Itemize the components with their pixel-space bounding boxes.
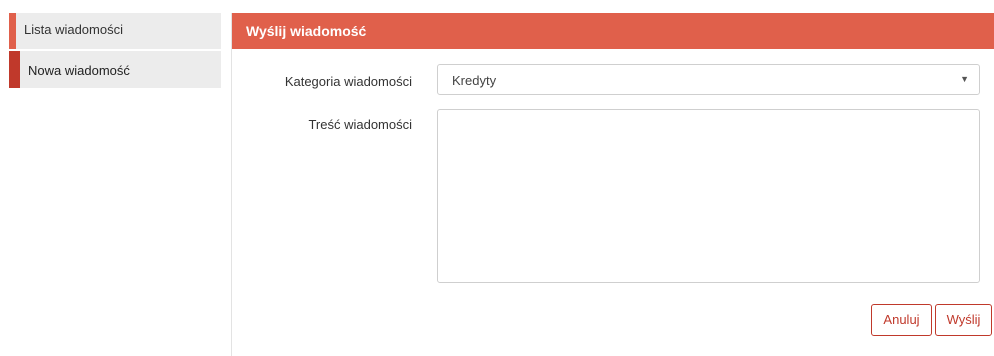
sidebar-item-marker: [9, 13, 16, 49]
send-button[interactable]: Wyślij: [935, 304, 992, 336]
panel-title: Wyślij wiadomość: [232, 13, 994, 49]
cancel-button[interactable]: Anuluj: [871, 304, 932, 336]
sidebar-item-label: Lista wiadomości: [24, 22, 123, 37]
send-message-panel: Wyślij wiadomość Kategoria wiadomości Kr…: [231, 13, 994, 356]
sidebar: Lista wiadomości Nowa wiadomość: [9, 13, 221, 90]
sidebar-item-active-marker: [9, 51, 20, 88]
content-label: Treść wiadomości: [308, 117, 412, 132]
chevron-down-icon: ▼: [960, 74, 969, 84]
sidebar-item-message-list[interactable]: Lista wiadomości: [9, 13, 221, 49]
category-selected-value: Kredyty: [452, 73, 497, 88]
category-select[interactable]: Kredyty ▼: [437, 64, 980, 95]
sidebar-item-label: Nowa wiadomość: [28, 63, 130, 78]
message-content-textarea[interactable]: [437, 109, 980, 283]
sidebar-item-new-message[interactable]: Nowa wiadomość: [9, 51, 221, 88]
category-label: Kategoria wiadomości: [284, 74, 412, 89]
